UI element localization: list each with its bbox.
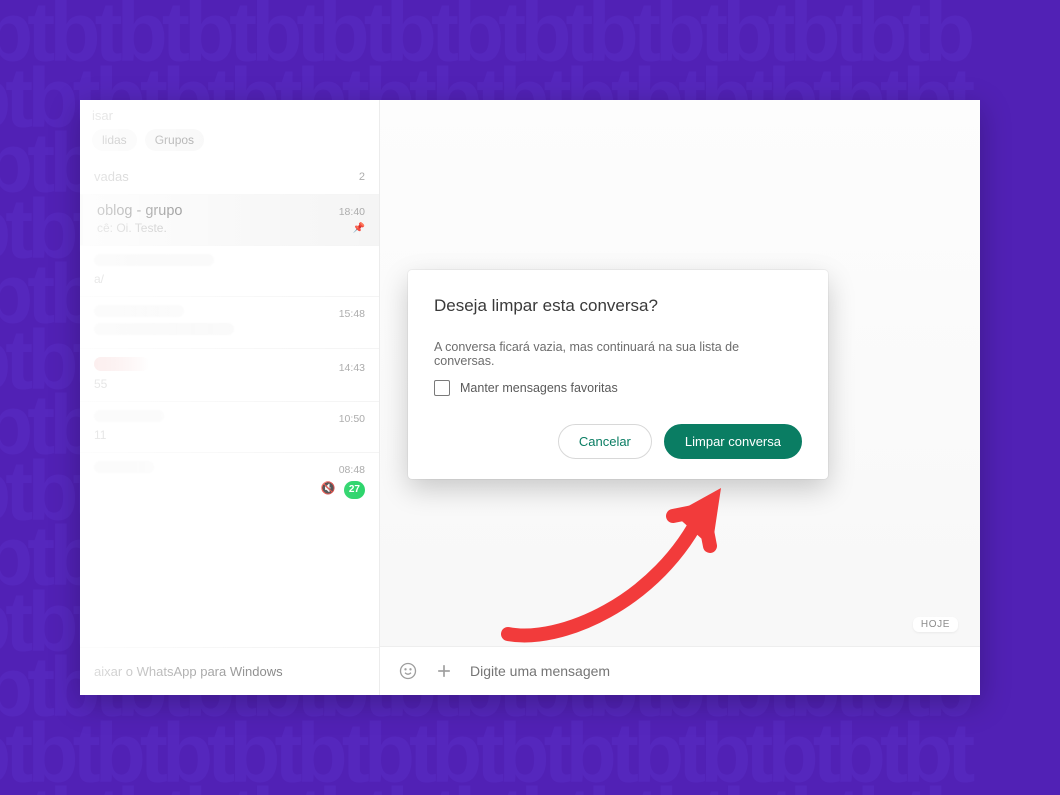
- chat-preview: a/: [94, 272, 104, 286]
- sidebar: isar lidas Grupos vadas 2 oblog - grupo …: [80, 100, 380, 695]
- keep-starred-label: Manter mensagens favoritas: [460, 381, 618, 395]
- chat-item[interactable]: 14:43 55: [80, 348, 379, 401]
- keep-starred-checkbox[interactable]: [434, 380, 450, 396]
- clear-chat-button[interactable]: Limpar conversa: [664, 424, 802, 459]
- chat-item[interactable]: 15:48: [80, 296, 379, 348]
- unread-badge: 27: [344, 481, 365, 499]
- chat-preview: 55: [94, 377, 107, 391]
- mute-icon: 🔇: [320, 481, 335, 495]
- search-input[interactable]: isar: [80, 100, 379, 129]
- chat-time: 08:48: [339, 464, 365, 476]
- emoji-icon[interactable]: [398, 661, 418, 681]
- chat-title: oblog - grupo: [97, 203, 182, 219]
- chat-item[interactable]: oblog - grupo 18:40 cê: Oi. Teste. 📌: [80, 194, 379, 245]
- clear-chat-dialog: Deseja limpar esta conversa? A conversa …: [408, 270, 828, 479]
- section-count: 2: [359, 171, 365, 183]
- message-composer: [380, 646, 980, 695]
- cancel-button[interactable]: Cancelar: [558, 424, 652, 459]
- chat-item[interactable]: 10:50 11: [80, 401, 379, 452]
- filter-chip-groups[interactable]: Grupos: [145, 129, 204, 151]
- chat-item[interactable]: 08:48 🔇 27: [80, 452, 379, 509]
- sidebar-section-header: vadas 2: [80, 159, 379, 194]
- section-label: vadas: [94, 169, 129, 184]
- message-input[interactable]: [470, 663, 962, 679]
- chat-time: 18:40: [339, 206, 365, 218]
- chat-item[interactable]: a/: [80, 245, 379, 296]
- chat-time: 10:50: [339, 413, 365, 425]
- chat-time: 14:43: [339, 362, 365, 374]
- pin-icon: 📌: [353, 223, 365, 234]
- sidebar-footer-link[interactable]: aixar o WhatsApp para Windows: [80, 647, 379, 695]
- attach-icon[interactable]: [434, 661, 454, 681]
- chat-time: 15:48: [339, 308, 365, 320]
- dialog-title: Deseja limpar esta conversa?: [434, 296, 802, 316]
- filter-chip-unread[interactable]: lidas: [92, 129, 137, 151]
- chat-preview: 11: [94, 428, 106, 442]
- date-separator: HOJE: [913, 617, 958, 632]
- chat-preview: cê: Oi. Teste.: [97, 221, 167, 235]
- dialog-description: A conversa ficará vazia, mas continuará …: [434, 340, 802, 368]
